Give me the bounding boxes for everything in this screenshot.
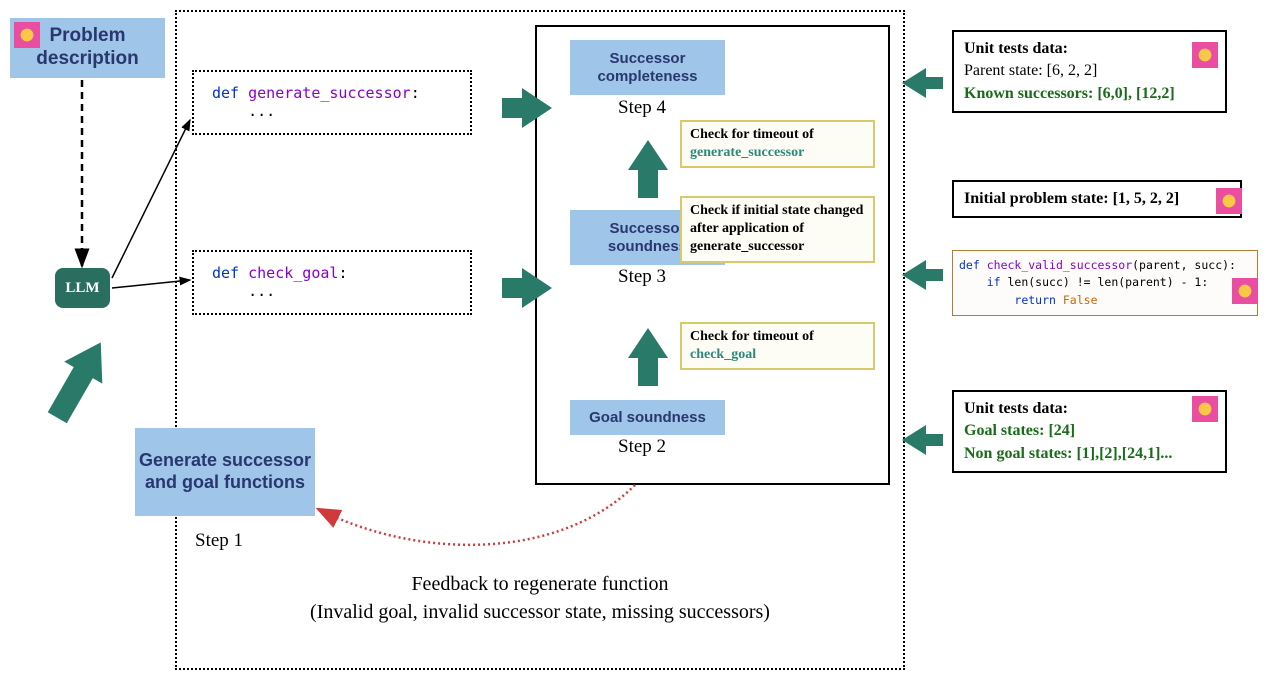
code-keyword: def [212, 264, 239, 282]
arrow-left-icon [902, 425, 926, 455]
arrow-left-icon [902, 68, 926, 98]
goal-soundness-box: Goal soundness [570, 400, 725, 435]
code-keyword: def [212, 84, 239, 102]
successor-completeness-box: Successor completeness [570, 40, 725, 95]
game24-icon [1216, 188, 1242, 214]
check-fn: generate_successor [690, 145, 804, 160]
game24-icon [14, 22, 40, 48]
arrow-right-icon [522, 268, 552, 308]
code-args: (parent, succ): [1132, 258, 1236, 272]
generate-successor-code: def generate_successor: ... [192, 70, 472, 135]
arrow-left-icon [902, 260, 926, 290]
arrow-up-icon [64, 331, 120, 383]
ut1-parent-val: [6, 2, 2] [1047, 62, 1098, 79]
llm-box: LLM [55, 268, 110, 308]
arrow-up-icon [628, 328, 668, 358]
check-initial-state: Check if initial state changed after app… [680, 196, 875, 263]
ut1-parent-label: Parent state: [964, 62, 1047, 79]
code-function-name: check_goal [248, 264, 338, 282]
check-text: Check for timeout of [690, 329, 814, 344]
check-text: Check if initial state changed after app… [690, 203, 863, 254]
llm-label: LLM [65, 280, 99, 297]
code-body: ... [248, 282, 275, 300]
unit-tests-successors: Unit tests data: Parent state: [6, 2, 2]… [952, 30, 1227, 113]
check-fn: check_goal [690, 347, 756, 362]
generate-functions-box: Generate successor and goal functions [135, 428, 315, 516]
step1-label: Step 1 [195, 530, 243, 552]
game24-icon [1192, 396, 1218, 422]
code-keyword: if [987, 275, 1001, 289]
game24-icon [1192, 42, 1218, 68]
check-text: Check for timeout of [690, 127, 814, 142]
arrow-right-icon [522, 88, 552, 128]
feedback-text: Feedback to regenerate function (Invalid… [290, 570, 790, 626]
arrow-up-icon [628, 140, 668, 170]
step4-label: Step 4 [618, 97, 666, 119]
ut2-val: [1, 5, 2, 2] [1113, 190, 1180, 207]
ut1-succ-val: [6,0], [12,2] [1097, 85, 1174, 102]
check-goal-code: def check_goal: ... [192, 250, 472, 315]
successor-completeness-label: Successor completeness [570, 50, 725, 86]
initial-problem-state: Initial problem state: [1, 5, 2, 2] [952, 180, 1242, 218]
code-function-name: generate_successor [248, 84, 411, 102]
game24-icon [1232, 278, 1258, 304]
check-timeout-successor: Check for timeout of generate_successor [680, 120, 875, 168]
code-keyword: return [1014, 293, 1056, 307]
diagram-root: Problem description LLM Generate success… [0, 0, 1270, 684]
goal-soundness-label: Goal soundness [589, 409, 706, 427]
generate-functions-label: Generate successor and goal functions [135, 450, 315, 493]
ut1-succ-label: Known successors: [964, 85, 1097, 102]
ut1-title: Unit tests data: [964, 38, 1215, 60]
feedback-line1: Feedback to regenerate function [290, 570, 790, 598]
step2-label: Step 2 [618, 436, 666, 458]
code-function-name: check_valid_successor [987, 258, 1132, 272]
ut4-nongoal-label: Non goal states: [964, 445, 1076, 462]
unit-tests-goals: Unit tests data: Goal states: [24] Non g… [952, 390, 1227, 473]
feedback-line2: (Invalid goal, invalid successor state, … [290, 598, 790, 626]
code-body: ... [248, 102, 275, 120]
ut4-goal-label: Goal states: [964, 422, 1048, 439]
ut2-label: Initial problem state: [964, 190, 1113, 207]
code-keyword: def [959, 258, 980, 272]
code-rest: len(succ) != len(parent) - 1: [1001, 275, 1209, 289]
step3-label: Step 3 [618, 266, 666, 288]
ut4-goal-val: [24] [1048, 422, 1075, 439]
check-valid-successor-code: def check_valid_successor(parent, succ):… [952, 250, 1258, 316]
code-tail: : [411, 84, 420, 102]
ut4-nongoal-val: [1],[2],[24,1]... [1076, 445, 1172, 462]
check-timeout-goal: Check for timeout of check_goal [680, 322, 875, 370]
code-bool: False [1063, 293, 1098, 307]
code-tail: : [338, 264, 347, 282]
ut4-title: Unit tests data: [964, 398, 1215, 420]
